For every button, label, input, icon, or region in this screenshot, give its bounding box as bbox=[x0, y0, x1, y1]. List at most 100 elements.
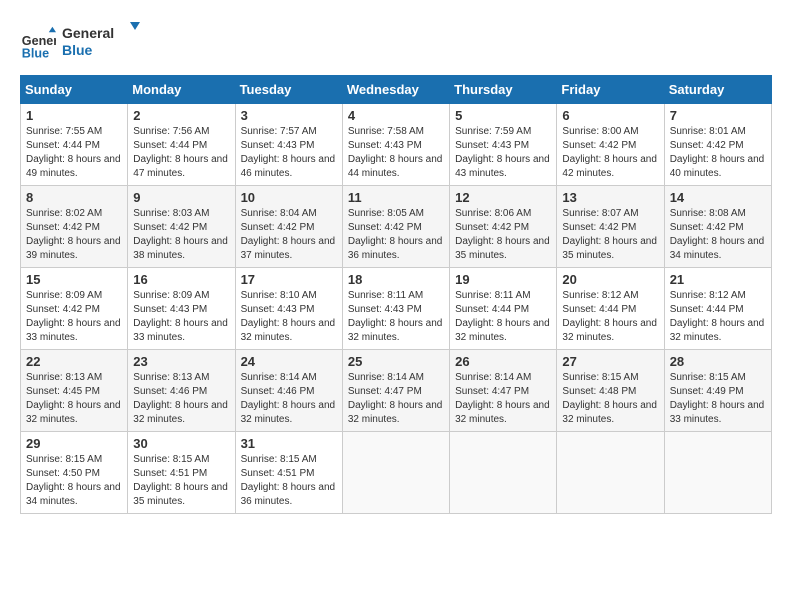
day-cell: 6 Sunrise: 8:00 AM Sunset: 4:42 PM Dayli… bbox=[557, 104, 664, 186]
daylight-label: Daylight: 8 hours and 32 minutes. bbox=[562, 318, 657, 343]
daylight-label: Daylight: 8 hours and 42 minutes. bbox=[562, 154, 657, 179]
day-number: 15 bbox=[26, 272, 122, 287]
daylight-label: Daylight: 8 hours and 35 minutes. bbox=[562, 236, 657, 261]
day-number: 14 bbox=[670, 190, 766, 205]
day-number: 5 bbox=[455, 108, 551, 123]
day-number: 19 bbox=[455, 272, 551, 287]
day-info: Sunrise: 7:55 AM Sunset: 4:44 PM Dayligh… bbox=[26, 125, 122, 181]
day-number: 31 bbox=[241, 436, 337, 451]
calendar-header-row: SundayMondayTuesdayWednesdayThursdayFrid… bbox=[21, 76, 772, 104]
day-cell: 25 Sunrise: 8:14 AM Sunset: 4:47 PM Dayl… bbox=[342, 350, 449, 432]
day-cell: 24 Sunrise: 8:14 AM Sunset: 4:46 PM Dayl… bbox=[235, 350, 342, 432]
day-number: 17 bbox=[241, 272, 337, 287]
daylight-label: Daylight: 8 hours and 33 minutes. bbox=[133, 318, 228, 343]
day-info: Sunrise: 8:15 AM Sunset: 4:50 PM Dayligh… bbox=[26, 453, 122, 509]
daylight-label: Daylight: 8 hours and 32 minutes. bbox=[133, 400, 228, 425]
sunset-label: Sunset: 4:42 PM bbox=[348, 222, 422, 233]
day-info: Sunrise: 8:11 AM Sunset: 4:44 PM Dayligh… bbox=[455, 289, 551, 345]
sunset-label: Sunset: 4:49 PM bbox=[670, 386, 744, 397]
day-info: Sunrise: 8:15 AM Sunset: 4:49 PM Dayligh… bbox=[670, 371, 766, 427]
sunrise-label: Sunrise: 8:13 AM bbox=[26, 372, 102, 383]
day-number: 9 bbox=[133, 190, 229, 205]
daylight-label: Daylight: 8 hours and 47 minutes. bbox=[133, 154, 228, 179]
day-number: 29 bbox=[26, 436, 122, 451]
week-row-3: 15 Sunrise: 8:09 AM Sunset: 4:42 PM Dayl… bbox=[21, 268, 772, 350]
day-info: Sunrise: 8:01 AM Sunset: 4:42 PM Dayligh… bbox=[670, 125, 766, 181]
sunset-label: Sunset: 4:44 PM bbox=[670, 304, 744, 315]
day-number: 11 bbox=[348, 190, 444, 205]
svg-text:Blue: Blue bbox=[22, 46, 49, 60]
day-cell: 17 Sunrise: 8:10 AM Sunset: 4:43 PM Dayl… bbox=[235, 268, 342, 350]
day-info: Sunrise: 8:04 AM Sunset: 4:42 PM Dayligh… bbox=[241, 207, 337, 263]
day-number: 23 bbox=[133, 354, 229, 369]
sunset-label: Sunset: 4:51 PM bbox=[241, 468, 315, 479]
sunset-label: Sunset: 4:45 PM bbox=[26, 386, 100, 397]
sunset-label: Sunset: 4:44 PM bbox=[133, 140, 207, 151]
daylight-label: Daylight: 8 hours and 33 minutes. bbox=[26, 318, 121, 343]
sunset-label: Sunset: 4:46 PM bbox=[133, 386, 207, 397]
sunset-label: Sunset: 4:42 PM bbox=[562, 222, 636, 233]
sunrise-label: Sunrise: 8:04 AM bbox=[241, 208, 317, 219]
day-cell: 9 Sunrise: 8:03 AM Sunset: 4:42 PM Dayli… bbox=[128, 186, 235, 268]
daylight-label: Daylight: 8 hours and 49 minutes. bbox=[26, 154, 121, 179]
day-info: Sunrise: 8:12 AM Sunset: 4:44 PM Dayligh… bbox=[562, 289, 658, 345]
sunrise-label: Sunrise: 7:56 AM bbox=[133, 126, 209, 137]
daylight-label: Daylight: 8 hours and 36 minutes. bbox=[241, 482, 336, 507]
day-cell: 21 Sunrise: 8:12 AM Sunset: 4:44 PM Dayl… bbox=[664, 268, 771, 350]
day-cell: 26 Sunrise: 8:14 AM Sunset: 4:47 PM Dayl… bbox=[450, 350, 557, 432]
daylight-label: Daylight: 8 hours and 32 minutes. bbox=[562, 400, 657, 425]
day-cell: 2 Sunrise: 7:56 AM Sunset: 4:44 PM Dayli… bbox=[128, 104, 235, 186]
day-cell: 16 Sunrise: 8:09 AM Sunset: 4:43 PM Dayl… bbox=[128, 268, 235, 350]
day-number: 24 bbox=[241, 354, 337, 369]
day-cell: 1 Sunrise: 7:55 AM Sunset: 4:44 PM Dayli… bbox=[21, 104, 128, 186]
sunset-label: Sunset: 4:46 PM bbox=[241, 386, 315, 397]
sunrise-label: Sunrise: 8:15 AM bbox=[562, 372, 638, 383]
sunrise-label: Sunrise: 8:14 AM bbox=[348, 372, 424, 383]
day-header-sunday: Sunday bbox=[21, 76, 128, 104]
sunset-label: Sunset: 4:43 PM bbox=[241, 304, 315, 315]
sunrise-label: Sunrise: 8:15 AM bbox=[670, 372, 746, 383]
sunrise-label: Sunrise: 8:15 AM bbox=[241, 454, 317, 465]
logo-svg: General Blue bbox=[62, 20, 142, 60]
sunset-label: Sunset: 4:43 PM bbox=[455, 140, 529, 151]
sunrise-label: Sunrise: 7:58 AM bbox=[348, 126, 424, 137]
day-cell: 23 Sunrise: 8:13 AM Sunset: 4:46 PM Dayl… bbox=[128, 350, 235, 432]
day-cell: 15 Sunrise: 8:09 AM Sunset: 4:42 PM Dayl… bbox=[21, 268, 128, 350]
sunset-label: Sunset: 4:44 PM bbox=[455, 304, 529, 315]
daylight-label: Daylight: 8 hours and 43 minutes. bbox=[455, 154, 550, 179]
day-number: 12 bbox=[455, 190, 551, 205]
day-number: 3 bbox=[241, 108, 337, 123]
sunset-label: Sunset: 4:43 PM bbox=[241, 140, 315, 151]
day-cell: 27 Sunrise: 8:15 AM Sunset: 4:48 PM Dayl… bbox=[557, 350, 664, 432]
sunrise-label: Sunrise: 8:03 AM bbox=[133, 208, 209, 219]
day-info: Sunrise: 8:06 AM Sunset: 4:42 PM Dayligh… bbox=[455, 207, 551, 263]
daylight-label: Daylight: 8 hours and 34 minutes. bbox=[26, 482, 121, 507]
day-cell: 11 Sunrise: 8:05 AM Sunset: 4:42 PM Dayl… bbox=[342, 186, 449, 268]
sunset-label: Sunset: 4:43 PM bbox=[348, 140, 422, 151]
sunset-label: Sunset: 4:42 PM bbox=[26, 304, 100, 315]
day-number: 13 bbox=[562, 190, 658, 205]
calendar-table: SundayMondayTuesdayWednesdayThursdayFrid… bbox=[20, 75, 772, 514]
daylight-label: Daylight: 8 hours and 32 minutes. bbox=[670, 318, 765, 343]
day-info: Sunrise: 8:14 AM Sunset: 4:47 PM Dayligh… bbox=[455, 371, 551, 427]
sunrise-label: Sunrise: 8:12 AM bbox=[562, 290, 638, 301]
sunset-label: Sunset: 4:43 PM bbox=[348, 304, 422, 315]
day-cell: 14 Sunrise: 8:08 AM Sunset: 4:42 PM Dayl… bbox=[664, 186, 771, 268]
daylight-label: Daylight: 8 hours and 32 minutes. bbox=[455, 318, 550, 343]
day-cell: 29 Sunrise: 8:15 AM Sunset: 4:50 PM Dayl… bbox=[21, 432, 128, 514]
sunset-label: Sunset: 4:42 PM bbox=[562, 140, 636, 151]
day-info: Sunrise: 8:15 AM Sunset: 4:48 PM Dayligh… bbox=[562, 371, 658, 427]
day-info: Sunrise: 8:11 AM Sunset: 4:43 PM Dayligh… bbox=[348, 289, 444, 345]
sunset-label: Sunset: 4:47 PM bbox=[348, 386, 422, 397]
day-info: Sunrise: 8:08 AM Sunset: 4:42 PM Dayligh… bbox=[670, 207, 766, 263]
sunrise-label: Sunrise: 8:13 AM bbox=[133, 372, 209, 383]
day-cell: 12 Sunrise: 8:06 AM Sunset: 4:42 PM Dayl… bbox=[450, 186, 557, 268]
day-number: 2 bbox=[133, 108, 229, 123]
sunset-label: Sunset: 4:44 PM bbox=[562, 304, 636, 315]
sunset-label: Sunset: 4:42 PM bbox=[455, 222, 529, 233]
day-cell: 3 Sunrise: 7:57 AM Sunset: 4:43 PM Dayli… bbox=[235, 104, 342, 186]
day-number: 4 bbox=[348, 108, 444, 123]
day-number: 7 bbox=[670, 108, 766, 123]
sunrise-label: Sunrise: 8:06 AM bbox=[455, 208, 531, 219]
daylight-label: Daylight: 8 hours and 32 minutes. bbox=[455, 400, 550, 425]
